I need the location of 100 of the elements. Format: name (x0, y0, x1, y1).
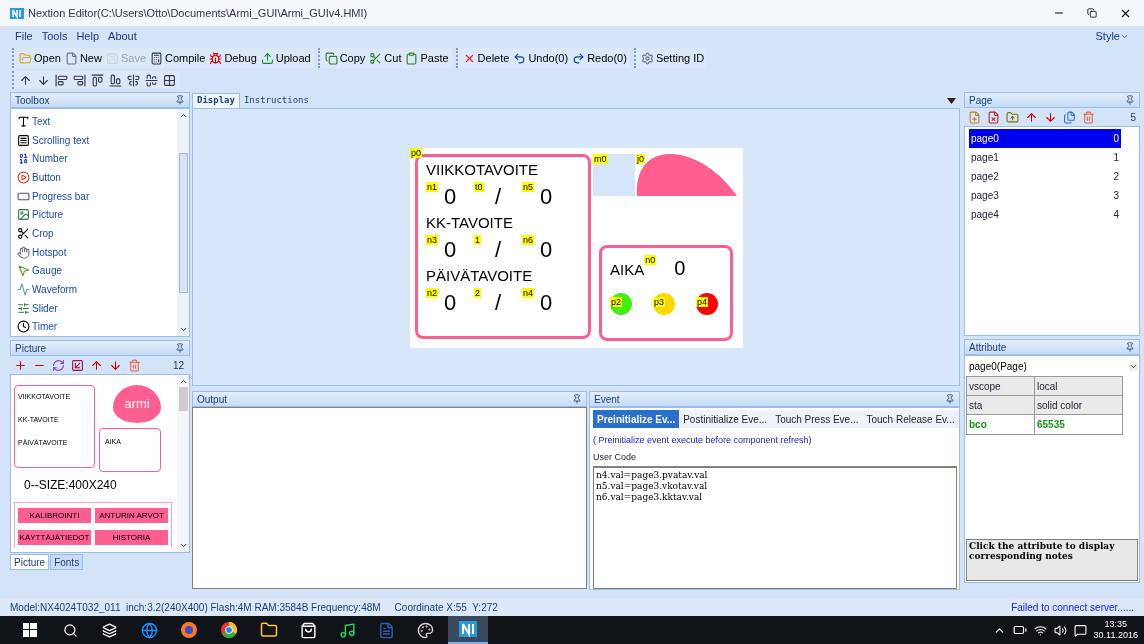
layers-icon[interactable] (102, 622, 117, 638)
page-item[interactable]: page0 0 (969, 129, 1121, 148)
component-selector[interactable]: page0(Page) (966, 357, 1138, 375)
style-menu[interactable]: Style (1095, 27, 1129, 45)
event-tab[interactable]: Touch Release Ev... (862, 410, 959, 428)
active-app-tile[interactable] (448, 616, 488, 644)
component-tag[interactable]: p0 (410, 148, 422, 158)
toolbar-button[interactable]: Open (19, 49, 61, 67)
document-tab[interactable]: Instructions (239, 93, 313, 108)
component-tag[interactable]: n0 (644, 255, 657, 265)
event-tab[interactable]: Preinitialize Ev... (593, 410, 680, 428)
pin-icon[interactable] (572, 394, 582, 404)
toolbox-item[interactable]: Text (17, 112, 177, 131)
number-value[interactable]: / (494, 286, 502, 319)
import-icon[interactable] (71, 358, 84, 372)
toolbox-item[interactable]: Timer (17, 317, 177, 337)
toolbar-button[interactable]: Compile (150, 49, 206, 67)
component-tag[interactable]: n6 (522, 235, 534, 245)
component-tag[interactable]: 1 (474, 235, 481, 245)
menu-item[interactable]: Tools (41, 27, 68, 45)
align-top-icon[interactable] (91, 73, 104, 87)
component-tag[interactable]: p3 (653, 297, 665, 307)
round-logo-icon[interactable] (220, 621, 238, 639)
toolbox-item[interactable]: Button (17, 168, 177, 187)
component-tag[interactable]: n1 (426, 182, 438, 192)
component-tag[interactable]: n4 (522, 288, 534, 298)
toolbox-item[interactable]: Crop (17, 224, 177, 243)
component-tag[interactable]: p4 (696, 297, 708, 307)
scroll-thumb[interactable] (178, 386, 188, 411)
scroll-down-icon[interactable] (178, 325, 188, 334)
toolbox-item[interactable]: Gauge (17, 261, 177, 281)
page-item[interactable]: page2 2 (969, 167, 1121, 186)
menu-item[interactable]: File (15, 27, 33, 45)
pin-icon[interactable] (945, 394, 955, 404)
variable-box[interactable]: m0 (593, 154, 635, 196)
toolbar-button[interactable]: New (64, 49, 102, 67)
align-middle-icon[interactable] (145, 73, 158, 87)
toolbox-item[interactable]: Picture (17, 205, 177, 225)
search-icon[interactable] (63, 622, 78, 638)
toolbox-item[interactable]: Waveform (17, 280, 177, 299)
palette-icon[interactable] (417, 621, 434, 639)
event-tab[interactable]: Touch Press Eve... (771, 410, 863, 428)
component-tag[interactable]: t0 (474, 182, 484, 192)
number-value[interactable]: 0 (443, 286, 457, 319)
attribute-row[interactable]: vscope local (967, 377, 1122, 396)
document-tab[interactable]: Display (192, 93, 240, 108)
wifi-icon[interactable] (1033, 623, 1047, 637)
refresh-icon[interactable] (52, 358, 65, 372)
file-plus-icon[interactable] (968, 110, 981, 124)
component-tag[interactable]: m0 (593, 154, 608, 164)
bag-icon[interactable] (300, 621, 317, 639)
battery-icon[interactable] (1012, 623, 1027, 637)
arrow-down-icon[interactable] (1044, 110, 1057, 124)
align-right-icon[interactable] (73, 73, 86, 87)
plus-icon[interactable] (14, 358, 27, 372)
component-tag[interactable]: p2 (610, 297, 622, 307)
toolbox-item[interactable]: Slider (17, 298, 177, 318)
windows-logo-icon[interactable] (23, 623, 37, 637)
scrollbar[interactable] (177, 375, 189, 552)
toolbox-item[interactable]: Scrolling text (17, 130, 177, 150)
align-left-icon[interactable] (55, 73, 68, 87)
page-item[interactable]: page4 4 (969, 205, 1121, 224)
toolbox-item[interactable]: Number (17, 149, 177, 168)
toolbar-button[interactable]: Delete (462, 49, 510, 67)
number-value[interactable]: 0 (443, 180, 457, 213)
pin-icon[interactable] (1125, 95, 1135, 105)
toolbar-button[interactable]: Paste (405, 49, 449, 67)
component-tag[interactable]: n2 (426, 288, 438, 298)
page-item[interactable]: page3 3 (969, 186, 1121, 205)
page-item[interactable]: page1 1 (969, 148, 1121, 167)
toolbar-button[interactable]: Debug (209, 49, 257, 67)
toolbar-button[interactable]: Cut (369, 49, 402, 67)
pin-icon[interactable] (175, 95, 185, 105)
event-tab[interactable]: Postinitialize Eve... (679, 410, 772, 428)
component-tag[interactable]: n5 (522, 182, 534, 192)
pin-icon[interactable] (175, 343, 185, 353)
browser-icon[interactable] (180, 621, 198, 639)
arrow-up-icon[interactable] (19, 73, 32, 87)
panel-tab[interactable]: Picture (10, 554, 50, 570)
code-editor[interactable]: n4.val=page3.pvatav.val n5.val=page3.vkotav.val n6.val=page3.kktav.val (593, 466, 957, 589)
files-icon[interactable] (1063, 110, 1076, 124)
globe-icon[interactable] (141, 621, 158, 639)
attribute-row[interactable]: sta solid color (967, 396, 1122, 415)
arrow-up-icon[interactable] (1025, 110, 1038, 124)
toolbar-button[interactable]: Redo(0) (572, 49, 627, 67)
dropdown-icon[interactable] (947, 98, 956, 104)
folder-icon[interactable] (260, 621, 278, 639)
number-value[interactable]: 0 (539, 233, 553, 266)
number-value[interactable]: 0 (539, 286, 553, 319)
align-center-icon[interactable] (127, 73, 140, 87)
component-tag[interactable]: j0 (636, 154, 645, 164)
number-value[interactable]: 0 (443, 233, 457, 266)
toolbox-item[interactable]: Hotspot (17, 242, 177, 262)
number-value[interactable]: 0 (539, 180, 553, 213)
component-tag[interactable]: n3 (426, 235, 438, 245)
document-icon[interactable] (378, 621, 395, 639)
menu-item[interactable]: Help (76, 27, 100, 45)
toolbar-button[interactable]: Undo(0) (513, 49, 569, 67)
toolbar-button[interactable]: Upload (260, 49, 311, 67)
pin-icon[interactable] (1125, 342, 1135, 352)
